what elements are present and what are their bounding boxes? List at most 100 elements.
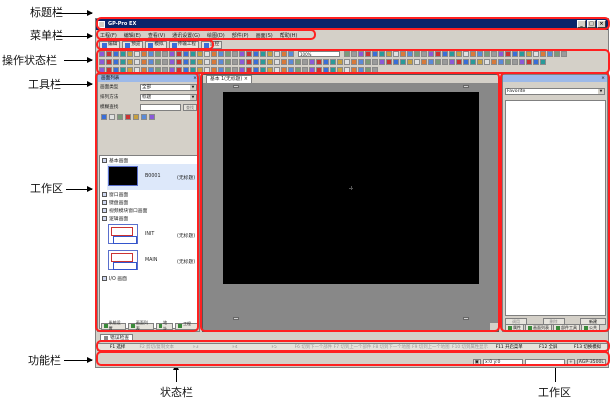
toolbar-tool-icon[interactable] — [253, 51, 259, 57]
toolbar-tool-icon[interactable] — [456, 51, 462, 57]
toolbar-tool-icon[interactable] — [540, 59, 546, 65]
toolbar-tool-icon[interactable] — [211, 67, 217, 73]
toolbar-tool-icon[interactable] — [400, 51, 406, 57]
toolbar-tool-icon[interactable] — [379, 51, 385, 57]
function-key[interactable]: F6 切到下一个部件 — [294, 344, 333, 350]
toolbar-tool-icon[interactable] — [421, 59, 427, 65]
toolbar-tool-icon[interactable] — [344, 59, 350, 65]
toolbar-tool-icon[interactable] — [351, 59, 357, 65]
menu-item-screen[interactable]: 画面(S) — [256, 32, 273, 39]
open-screen-icon[interactable] — [109, 113, 115, 120]
toolbar-tool-icon[interactable] — [505, 51, 511, 57]
mode-simulate-button[interactable]: 模拟 — [145, 41, 167, 49]
tree-node-window[interactable]: 窗口画面 — [100, 190, 197, 198]
toolbar-tool-icon[interactable] — [302, 59, 308, 65]
toolbar-tool-icon[interactable] — [288, 67, 294, 73]
toolbar-tool-icon[interactable] — [547, 51, 553, 57]
toolbar-tool-icon[interactable] — [351, 67, 357, 73]
properties-icon[interactable] — [133, 113, 139, 120]
toolbar-tool-icon[interactable] — [470, 59, 476, 65]
toolbar-tool-icon[interactable] — [246, 59, 252, 65]
toolbar-tool-icon[interactable] — [176, 59, 182, 65]
toolbar-tool-icon[interactable] — [512, 51, 518, 57]
toolbar-tool-icon[interactable] — [113, 67, 119, 73]
function-key[interactable]: F13 切换模拟 — [568, 344, 607, 350]
toolbar-tool-icon[interactable] — [99, 59, 105, 65]
screen-row-main[interactable]: MAIN (无标题) — [107, 248, 197, 274]
toolbar-tool-icon[interactable] — [393, 59, 399, 65]
toolbar-tool-icon[interactable] — [106, 51, 112, 57]
toolbar-tool-icon[interactable] — [379, 59, 385, 65]
toolbar-tool-icon[interactable] — [204, 67, 210, 73]
toolbar-tool-icon[interactable] — [344, 51, 350, 57]
toolbar-tool-icon[interactable] — [120, 67, 126, 73]
toolbar-tool-icon[interactable] — [232, 59, 238, 65]
tab-parts-tools[interactable]: 部件工具 — [553, 324, 580, 331]
toolbar-tool-icon[interactable] — [225, 59, 231, 65]
toolbar-tool-icon[interactable] — [519, 59, 525, 65]
toolbar-tool-icon[interactable] — [484, 51, 490, 57]
toolbar-tool-icon[interactable] — [197, 51, 203, 57]
import-icon[interactable] — [141, 113, 147, 120]
function-key[interactable]: F11 开启菜单 — [490, 344, 529, 350]
toolbar-tool-icon[interactable] — [99, 51, 105, 57]
menu-item-comm-settings[interactable]: 通讯设置(G) — [172, 32, 200, 39]
toolbar-tool-icon[interactable] — [407, 59, 413, 65]
toolbar-tool-icon[interactable] — [155, 51, 161, 57]
toolbar-tool-icon[interactable] — [127, 59, 133, 65]
toolbar-tool-icon[interactable] — [526, 51, 532, 57]
toolbar-tool-icon[interactable] — [309, 67, 315, 73]
toolbar-tool-icon[interactable] — [211, 51, 217, 57]
screen-type-select[interactable]: 全部 — [140, 83, 197, 91]
function-key[interactable]: F9 切到上一个地图 — [411, 344, 450, 350]
toolbar-tool-icon[interactable] — [533, 59, 539, 65]
toolbar-tool-icon[interactable] — [295, 67, 301, 73]
toolbar-tool-icon[interactable] — [295, 59, 301, 65]
toolbar-tool-icon[interactable] — [400, 59, 406, 65]
toolbar-tool-icon[interactable] — [561, 51, 567, 57]
toolbar-tool-icon[interactable] — [169, 67, 175, 73]
toolbar-tool-icon[interactable] — [169, 51, 175, 57]
toolbar-tool-icon[interactable] — [246, 67, 252, 73]
toolbar-tool-icon[interactable] — [148, 51, 154, 57]
function-key[interactable]: F3 — [176, 345, 215, 350]
tab-close-icon[interactable]: × — [244, 77, 248, 82]
new-screen-icon[interactable] — [101, 113, 107, 120]
toolbar-tool-icon[interactable] — [372, 67, 378, 73]
toolbar-tool-icon[interactable] — [162, 51, 168, 57]
zoom-in-icon[interactable]: + — [566, 358, 575, 366]
resize-handle-bottom-left[interactable] — [233, 317, 239, 320]
toolbar-tool-icon[interactable] — [288, 51, 294, 57]
tab-properties[interactable]: 属性 — [505, 324, 524, 331]
toolbar-tool-icon[interactable] — [162, 59, 168, 65]
toolbar-tool-icon[interactable] — [519, 51, 525, 57]
toolbar-tool-icon[interactable] — [358, 51, 364, 57]
toolbar-tool-icon[interactable] — [134, 67, 140, 73]
toolbar-tool-icon[interactable] — [533, 51, 539, 57]
toolbar-tool-icon[interactable] — [176, 67, 182, 73]
toolbar-tool-icon[interactable] — [239, 51, 245, 57]
toolbar-tool-icon[interactable] — [162, 67, 168, 73]
toolbar-tool-icon[interactable] — [281, 59, 287, 65]
toolbar-tool-icon[interactable] — [498, 51, 504, 57]
toolbar-tool-icon[interactable] — [267, 59, 273, 65]
toolbar-tool-icon[interactable] — [316, 59, 322, 65]
toolbar-tool-icon[interactable] — [113, 51, 119, 57]
toolbar-tool-icon[interactable] — [358, 67, 364, 73]
title-bar[interactable]: GP-Pro EX _ □ × — [96, 19, 608, 30]
toolbar-tool-icon[interactable] — [169, 59, 175, 65]
toolbar-tool-icon[interactable] — [330, 59, 336, 65]
toolbar-tool-icon[interactable] — [477, 51, 483, 57]
toolbar-tool-icon[interactable] — [183, 67, 189, 73]
toolbar-tool-icon[interactable] — [204, 59, 210, 65]
maximize-button[interactable]: □ — [587, 20, 596, 28]
toolbar-tool-icon[interactable] — [197, 59, 203, 65]
tab-system-settings[interactable]: 系统设置 — [101, 320, 127, 331]
toolbar-tool-icon[interactable] — [197, 67, 203, 73]
toolbar-tool-icon[interactable] — [274, 59, 280, 65]
function-key[interactable]: F10 切到属性显示 — [450, 344, 489, 350]
toolbar-tool-icon[interactable] — [239, 59, 245, 65]
menu-item-draw[interactable]: 绘图(D) — [207, 32, 225, 39]
search-input[interactable] — [140, 103, 181, 111]
toolbar-tool-icon[interactable] — [218, 51, 224, 57]
